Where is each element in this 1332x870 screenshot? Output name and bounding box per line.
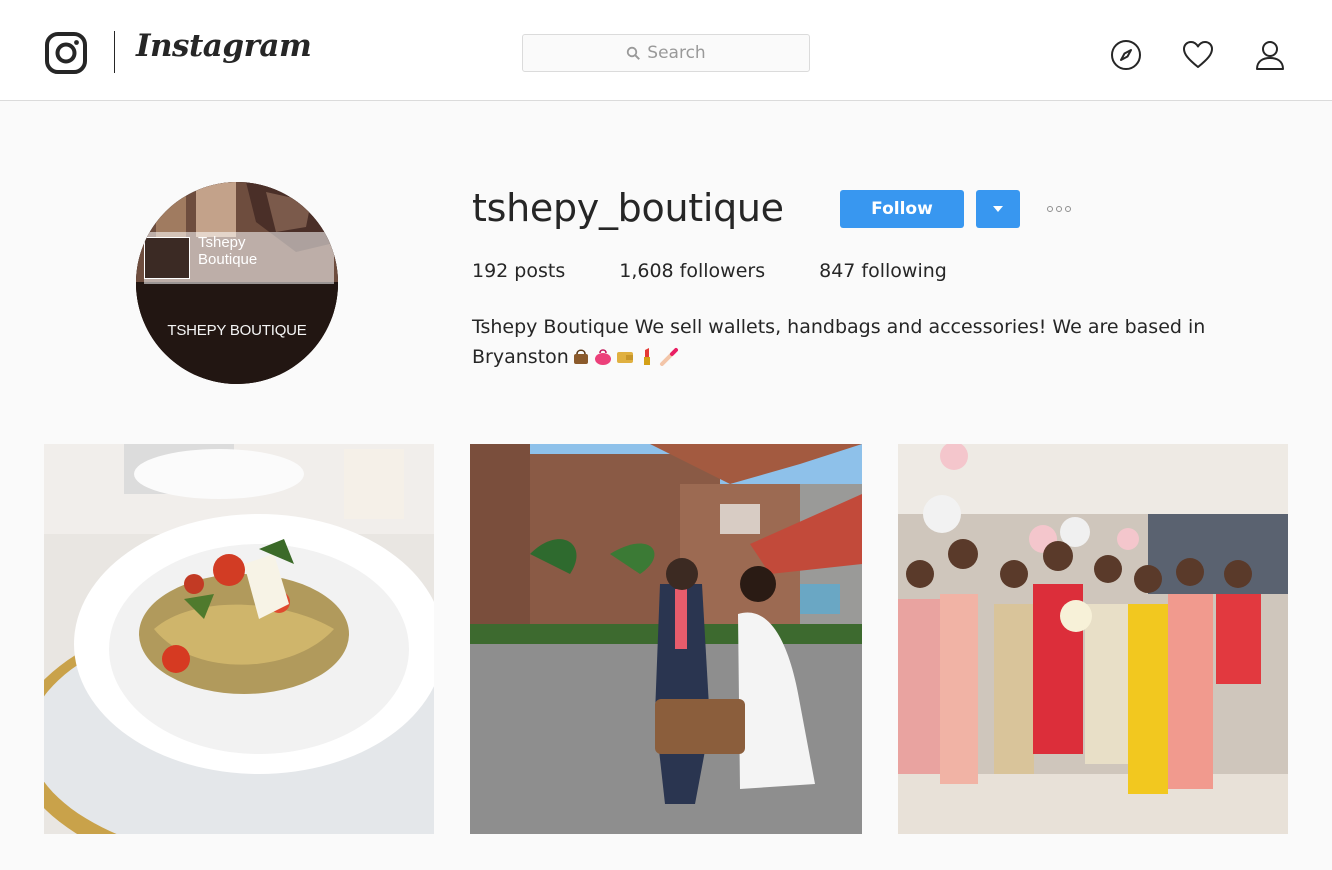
couple-with-bag-image [470, 444, 862, 834]
caret-down-icon [993, 206, 1003, 212]
profile-username: tshepy_boutique [472, 186, 784, 230]
bio-emojis [571, 346, 679, 366]
profile-avatar[interactable]: Tshepy Boutique TSHEPY BOUTIQUE [136, 182, 338, 384]
search-box[interactable]: Search [522, 34, 810, 72]
logo-divider [114, 31, 115, 73]
activity-heart-icon [1183, 41, 1213, 68]
pasta-dish-image [44, 444, 434, 834]
posts-count: 192 posts [472, 260, 566, 282]
followers-count[interactable]: 1,608 followers [619, 260, 765, 282]
purse-emoji-icon [594, 349, 611, 365]
nail-polish-emoji-icon [659, 348, 678, 366]
post-thumbnail[interactable] [898, 444, 1288, 834]
lipstick-emoji-icon [643, 348, 650, 365]
suggested-dropdown-button[interactable] [976, 190, 1020, 228]
instagram-wordmark[interactable]: Instagram [136, 28, 312, 64]
activity-button[interactable] [1181, 38, 1215, 72]
boutique-logo-icon [144, 237, 190, 279]
bio-full-name: Tshepy Boutique [472, 316, 629, 338]
profile-bio: Tshepy Boutique We sell wallets, handbag… [472, 312, 1282, 372]
search-placeholder[interactable]: Search [647, 43, 705, 63]
profile-stats: 192 posts 1,608 followers 847 following [472, 260, 1001, 282]
ellipsis-icon [1047, 206, 1053, 212]
explore-compass-icon [1111, 40, 1141, 70]
post-thumbnail[interactable] [44, 444, 434, 834]
avatar-brand-label: TSHEPY BOUTIQUE [167, 322, 307, 339]
following-count[interactable]: 847 following [819, 260, 947, 282]
wallet-emoji-icon [616, 352, 633, 363]
avatar-card-title: Tshepy Boutique [198, 234, 258, 268]
search-icon [627, 46, 641, 60]
follow-button[interactable]: Follow [840, 190, 964, 228]
women-group-event-image [898, 444, 1288, 834]
post-thumbnail[interactable] [470, 444, 862, 834]
top-navigation-bar: Instagram Search [0, 0, 1332, 101]
more-options-button[interactable] [1038, 196, 1080, 222]
profile-button[interactable] [1253, 38, 1287, 72]
profile-person-icon [1256, 41, 1284, 70]
instagram-logo-icon[interactable] [45, 32, 87, 74]
explore-button[interactable] [1109, 38, 1143, 72]
handbag-emoji-icon [573, 349, 588, 364]
